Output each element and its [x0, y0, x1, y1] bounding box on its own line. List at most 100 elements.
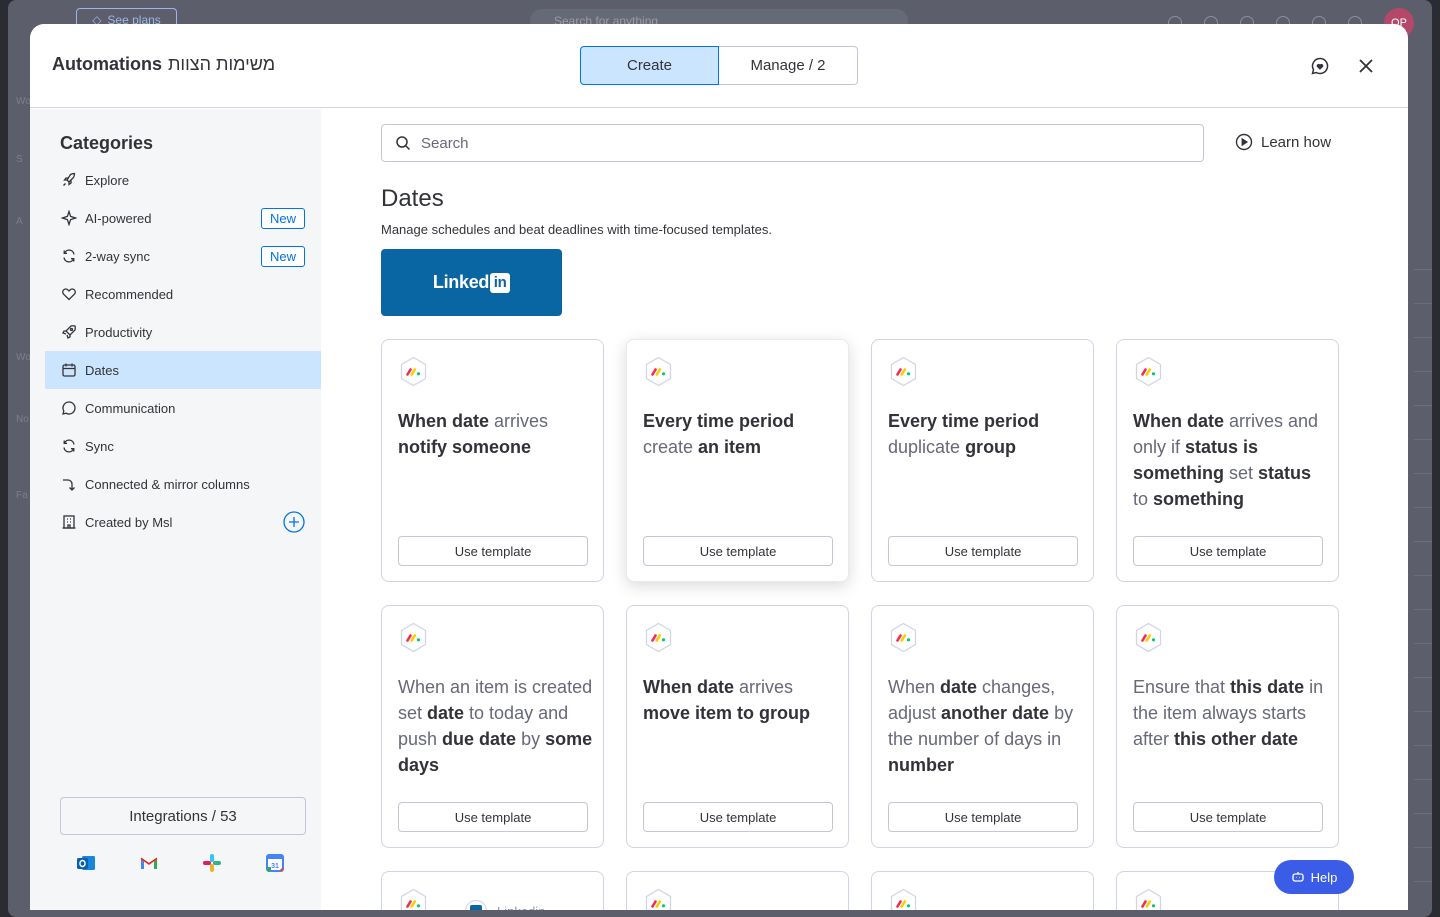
- use-template-button[interactable]: Use template: [1133, 536, 1323, 566]
- sparkle-icon: [61, 210, 77, 226]
- templates-content: Search Learn how Dates Manage schedules …: [321, 109, 1408, 910]
- monday-logo-icon: [643, 622, 674, 653]
- category-list: Explore AI-powered New 2-way sync New Re…: [45, 161, 321, 541]
- tab-group: Create Manage / 2: [580, 46, 858, 85]
- use-template-button[interactable]: Use template: [398, 802, 588, 832]
- use-template-button[interactable]: Use template: [888, 802, 1078, 832]
- category-productivity[interactable]: Productivity: [45, 313, 321, 351]
- template-card[interactable]: →Linkedin: [381, 871, 604, 910]
- background-label: A: [16, 216, 23, 227]
- modal-title: Automations משימות הצוות: [52, 54, 276, 74]
- connect-icon: [63, 479, 75, 491]
- template-search-input[interactable]: Search: [381, 124, 1204, 162]
- google-calendar-icon[interactable]: 31: [265, 853, 285, 873]
- template-card[interactable]: [871, 871, 1094, 910]
- template-card[interactable]: When an item is created set date to toda…: [381, 605, 604, 848]
- new-badge: New: [261, 246, 305, 267]
- background-rows: [1414, 236, 1432, 916]
- template-description: Every time period duplicate group: [888, 411, 1040, 457]
- monday-logo-icon: [643, 356, 674, 387]
- use-template-button[interactable]: Use template: [643, 536, 833, 566]
- category-ai-powered[interactable]: AI-powered New: [45, 199, 321, 237]
- monday-logo-icon: [398, 622, 429, 653]
- chat-icon: [62, 401, 76, 415]
- building-icon: [62, 515, 76, 529]
- background-label: S: [16, 154, 23, 165]
- sync-icon: [63, 439, 75, 453]
- rocket-icon: [63, 172, 76, 186]
- template-card[interactable]: Ensure that this date in the item always…: [1116, 605, 1339, 848]
- add-category-button[interactable]: [283, 511, 305, 533]
- use-template-button[interactable]: Use template: [398, 536, 588, 566]
- template-card[interactable]: When date arrives move item to group Use …: [626, 605, 849, 848]
- learn-how-link[interactable]: Learn how: [1235, 133, 1331, 151]
- robot-icon: [1291, 872, 1304, 882]
- tab-create[interactable]: Create: [580, 46, 719, 85]
- search-icon: [396, 136, 411, 151]
- template-description: When date arrives notify someone: [398, 411, 549, 457]
- template-card[interactable]: When date changes, adjust another date b…: [871, 605, 1094, 848]
- help-button[interactable]: Help: [1274, 860, 1354, 894]
- template-description: When date arrives and only if status is …: [1133, 411, 1319, 509]
- monday-logo-icon: [1133, 622, 1164, 653]
- use-template-button[interactable]: Use template: [1133, 802, 1323, 832]
- chat-heart-icon[interactable]: [1310, 56, 1330, 76]
- calendar-icon: [62, 363, 76, 377]
- category-2-way-sync[interactable]: 2-way sync New: [45, 237, 321, 275]
- category-created-by-msl[interactable]: Created by Msl: [45, 503, 321, 541]
- integrations-button[interactable]: Integrations / 53: [60, 797, 306, 835]
- play-icon: [1235, 133, 1253, 151]
- background-label: Fa: [16, 490, 28, 501]
- new-badge: New: [261, 208, 305, 229]
- monday-logo-icon: [888, 888, 919, 910]
- template-card[interactable]: When date arrives notify someone Use temp…: [381, 339, 604, 582]
- rocket-icon: [62, 325, 76, 339]
- monday-logo-icon: [1133, 356, 1164, 387]
- linkedin-icon: [465, 900, 487, 910]
- monday-logo-icon: [643, 888, 674, 910]
- monday-logo-icon: [398, 888, 429, 910]
- section-description: Manage schedules and beat deadlines with…: [381, 222, 772, 237]
- category-sync[interactable]: Sync: [45, 427, 321, 465]
- linkedin-banner[interactable]: Linked in: [381, 249, 562, 316]
- arrow-right-icon: →: [442, 904, 455, 911]
- categories-sidebar: Categories Explore AI-powered New 2-way …: [30, 109, 321, 910]
- monday-logo-icon: [398, 356, 429, 387]
- category-communication[interactable]: Communication: [45, 389, 321, 427]
- category-dates[interactable]: Dates: [45, 351, 321, 389]
- modal-header: Automations משימות הצוות Create Manage /…: [30, 24, 1408, 108]
- tab-manage[interactable]: Manage / 2: [719, 46, 858, 85]
- outlook-icon[interactable]: [76, 853, 96, 873]
- use-template-button[interactable]: Use template: [888, 536, 1078, 566]
- background-label: No: [16, 414, 29, 425]
- template-description: When an item is created set date to toda…: [398, 677, 593, 775]
- linkedin-in-logo: in: [490, 272, 511, 293]
- slack-icon[interactable]: [202, 853, 222, 873]
- template-card[interactable]: [626, 871, 849, 910]
- categories-title: Categories: [60, 133, 154, 153]
- automations-modal: Automations משימות הצוות Create Manage /…: [30, 24, 1408, 910]
- template-card[interactable]: Every time period create an item Use temp…: [626, 339, 849, 582]
- template-card[interactable]: When date arrives and only if status is …: [1116, 339, 1339, 582]
- category-explore[interactable]: Explore: [45, 161, 321, 199]
- template-description: Every time period create an item: [643, 411, 795, 457]
- monday-logo-icon: [1133, 888, 1164, 910]
- svg-text:31: 31: [271, 863, 279, 870]
- monday-logo-icon: [888, 356, 919, 387]
- use-template-button[interactable]: Use template: [643, 802, 833, 832]
- monday-logo-icon: [888, 622, 919, 653]
- gmail-icon[interactable]: [139, 853, 159, 873]
- template-description: Ensure that this date in the item always…: [1133, 677, 1324, 749]
- sync-icon: [63, 249, 75, 263]
- background-label: Wo: [16, 352, 31, 363]
- template-description: When date changes, adjust another date b…: [888, 677, 1074, 775]
- linkedin-integration-hint: →Linkedin: [442, 900, 545, 910]
- section-title: Dates: [381, 185, 444, 212]
- template-card[interactable]: Every time period duplicate group Use tem…: [871, 339, 1094, 582]
- integration-icons: 31: [76, 853, 285, 873]
- close-icon[interactable]: [1356, 56, 1376, 76]
- category-connected-mirror-columns[interactable]: Connected & mirror columns: [45, 465, 321, 503]
- template-description: When date arrives move item to group: [643, 677, 811, 723]
- category-recommended[interactable]: Recommended: [45, 275, 321, 313]
- background-label: Wo: [16, 96, 31, 107]
